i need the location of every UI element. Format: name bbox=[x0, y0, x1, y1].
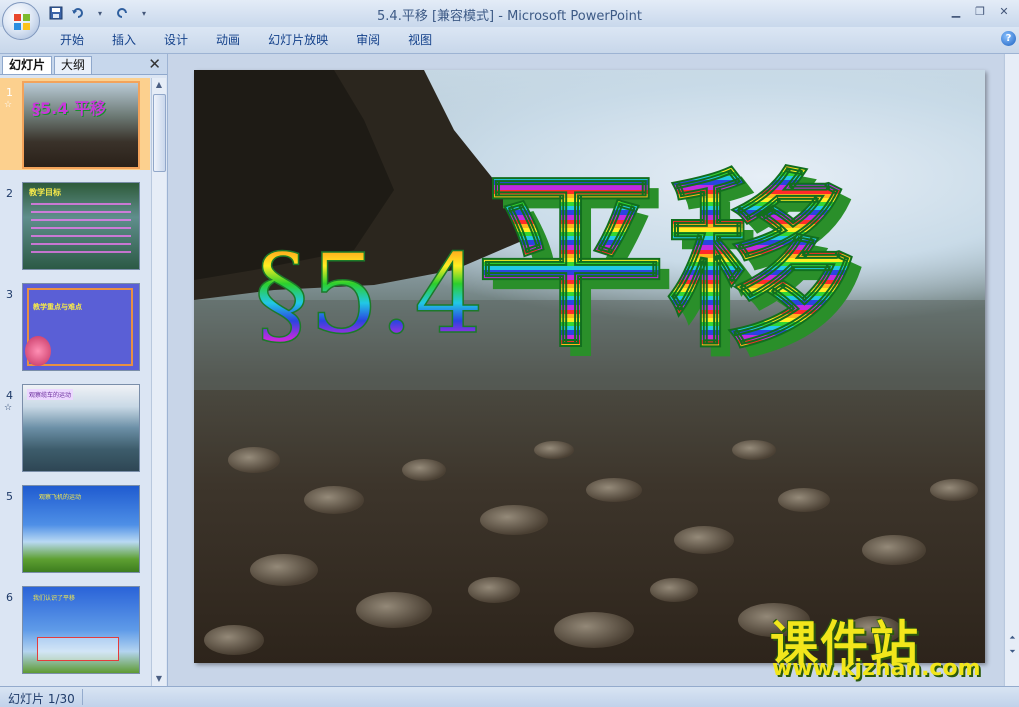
tab-insert[interactable]: 插入 bbox=[98, 31, 150, 49]
status-bar: 幻灯片 1/30 bbox=[0, 686, 1019, 707]
next-slide-icon[interactable]: ⏷ bbox=[1006, 646, 1019, 658]
panel-tabs: 幻灯片 大纲 ✕ bbox=[0, 54, 167, 75]
minimize-icon[interactable]: ▁ bbox=[945, 2, 967, 20]
slide-thumbnail-row[interactable]: 4 ☆ 观察缆车的运动 bbox=[0, 381, 150, 473]
slide-number: 1 bbox=[6, 86, 13, 99]
scroll-up-icon[interactable]: ▲ bbox=[152, 78, 166, 92]
slide-thumbnail-list: 1 ☆ §5.4 平移 2 教学目标 3 教学重点与难点 4 ☆ 观察缆车的运动… bbox=[0, 78, 150, 686]
slide-number: 6 bbox=[6, 591, 13, 604]
tab-slide-show[interactable]: 幻灯片放映 bbox=[254, 31, 342, 49]
thumbnail-scrollbar[interactable]: ▲ ▼ bbox=[151, 78, 166, 686]
thumbnail-title: §5.4 平移 bbox=[32, 99, 106, 118]
scrollbar-thumb[interactable] bbox=[153, 94, 166, 172]
thumbnail-title: 教学目标 bbox=[29, 188, 61, 197]
tab-review[interactable]: 审阅 bbox=[342, 31, 394, 49]
tab-view[interactable]: 视图 bbox=[394, 31, 446, 49]
slide-thumbnail-row[interactable]: 1 ☆ §5.4 平移 bbox=[0, 78, 150, 170]
slide-thumbnail[interactable]: 教学重点与难点 bbox=[22, 283, 140, 371]
thumbnail-text-lines bbox=[31, 203, 131, 259]
thumbnail-figure-box bbox=[37, 637, 119, 661]
window-title: 5.4.平移 [兼容模式] - Microsoft PowerPoint bbox=[377, 9, 642, 24]
thumbnail-title: 观察飞机的运动 bbox=[39, 494, 82, 501]
close-icon[interactable]: ✕ bbox=[148, 55, 161, 73]
slide-thumbnail[interactable]: 观察缆车的运动 bbox=[22, 384, 140, 472]
slide-title: 平移 bbox=[476, 152, 856, 373]
tab-outline[interactable]: 大纲 bbox=[54, 56, 93, 74]
slide-number: 2 bbox=[6, 187, 13, 200]
slide-thumbnail-row[interactable]: 6 我们认识了平移 bbox=[0, 583, 150, 675]
office-button[interactable] bbox=[2, 2, 40, 40]
watermark-url: www.kjzhan.com bbox=[772, 656, 981, 681]
flower-decoration bbox=[25, 336, 51, 366]
help-icon[interactable]: ? bbox=[1001, 31, 1016, 46]
status-divider bbox=[82, 689, 83, 705]
slide-indicator: 幻灯片 1/30 bbox=[8, 692, 75, 706]
thumbnail-title: 我们认识了平移 bbox=[33, 595, 76, 602]
restore-icon[interactable]: ❐ bbox=[969, 2, 991, 20]
previous-slide-icon[interactable]: ⏶ bbox=[1006, 632, 1019, 644]
slide-thumbnail[interactable]: 我们认识了平移 bbox=[22, 586, 140, 674]
window-controls: ▁ ❐ ✕ bbox=[945, 2, 1015, 20]
slide-thumbnail[interactable]: 教学目标 bbox=[22, 182, 140, 270]
tab-design[interactable]: 设计 bbox=[150, 31, 202, 49]
ribbon: 开始 插入 设计 动画 幻灯片放映 审阅 视图 ? bbox=[0, 27, 1019, 54]
office-logo-icon bbox=[14, 14, 30, 30]
slide-number: 3 bbox=[6, 288, 13, 301]
tab-slides[interactable]: 幻灯片 bbox=[2, 56, 53, 74]
slide-scrollbar[interactable]: ⏶ ⏷ bbox=[1004, 54, 1019, 686]
landscape-background: §5.4 平移 平移 bbox=[194, 70, 985, 655]
thumbnail-title: 教学重点与难点 bbox=[33, 303, 82, 311]
close-window-icon[interactable]: ✕ bbox=[993, 2, 1015, 20]
slide-canvas[interactable]: §5.4 平移 平移 bbox=[194, 70, 985, 663]
slide-number: 5 bbox=[6, 490, 13, 503]
thumbnail-title: 观察缆车的运动 bbox=[27, 389, 74, 400]
animation-star-icon: ☆ bbox=[4, 403, 13, 413]
tab-home[interactable]: 开始 bbox=[46, 31, 98, 49]
slide-thumbnail-row[interactable]: 5 观察飞机的运动 bbox=[0, 482, 150, 574]
title-bar: ▾ ▾ 5.4.平移 [兼容模式] - Microsoft PowerPoint… bbox=[0, 0, 1019, 27]
slide-thumbnail[interactable]: §5.4 平移 bbox=[22, 81, 140, 169]
animation-star-icon: ☆ bbox=[4, 100, 13, 110]
slide-thumbnail-row[interactable]: 3 教学重点与难点 bbox=[0, 280, 150, 372]
ribbon-tabs: 开始 插入 设计 动画 幻灯片放映 审阅 视图 bbox=[46, 31, 446, 49]
slide-thumbnail[interactable]: 观察飞机的运动 bbox=[22, 485, 140, 573]
tab-animations[interactable]: 动画 bbox=[202, 31, 254, 49]
slide-thumbnail-row[interactable]: 2 教学目标 bbox=[0, 179, 150, 271]
slides-panel: 幻灯片 大纲 ✕ 1 ☆ §5.4 平移 2 教学目标 3 教学重点与难点 4 … bbox=[0, 54, 168, 686]
slide-number: 4 bbox=[6, 389, 13, 402]
scroll-down-icon[interactable]: ▼ bbox=[152, 672, 166, 686]
section-number: §5.4 bbox=[254, 230, 484, 358]
slide-editing-area: §5.4 平移 平移 bbox=[168, 54, 1003, 686]
